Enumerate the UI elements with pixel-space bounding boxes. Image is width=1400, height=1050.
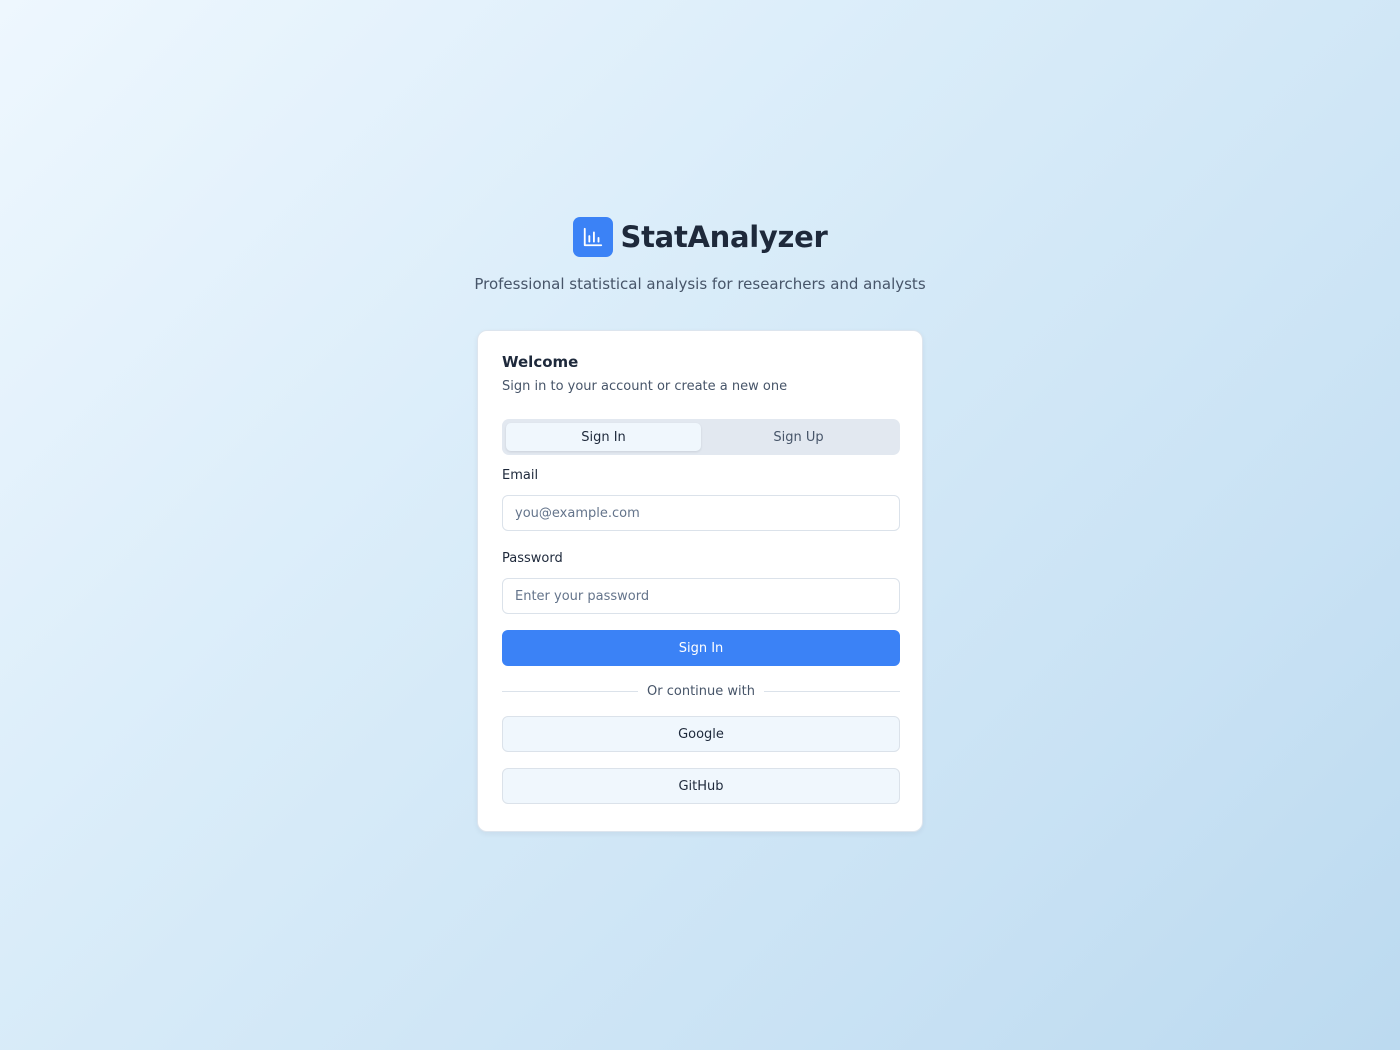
divider-text: Or continue with bbox=[647, 684, 755, 699]
password-input[interactable] bbox=[502, 578, 900, 614]
divider-line-right bbox=[763, 691, 901, 692]
google-button[interactable]: Google bbox=[502, 716, 900, 752]
sign-in-button[interactable]: Sign In bbox=[502, 630, 900, 666]
divider-line-left bbox=[502, 691, 639, 692]
bar-chart-icon bbox=[583, 227, 602, 247]
password-label: Password bbox=[502, 551, 563, 566]
auth-tabs: Sign In Sign Up bbox=[502, 419, 900, 455]
tab-sign-up[interactable]: Sign Up bbox=[701, 423, 896, 451]
tab-sign-in[interactable]: Sign In bbox=[506, 423, 701, 451]
email-input[interactable] bbox=[502, 495, 900, 531]
email-label: Email bbox=[502, 468, 539, 483]
logo bbox=[572, 217, 613, 257]
card-title: Welcome bbox=[502, 353, 579, 371]
divider: Or continue with bbox=[502, 684, 901, 699]
github-button[interactable]: GitHub bbox=[502, 768, 900, 804]
card-subtitle: Sign in to your account or create a new … bbox=[502, 379, 788, 394]
brand-header: StatAnalyzer bbox=[0, 217, 1400, 257]
app-name: StatAnalyzer bbox=[620, 220, 828, 254]
auth-card: Welcome Sign in to your account or creat… bbox=[477, 330, 923, 832]
tagline: Professional statistical analysis for re… bbox=[474, 275, 926, 293]
